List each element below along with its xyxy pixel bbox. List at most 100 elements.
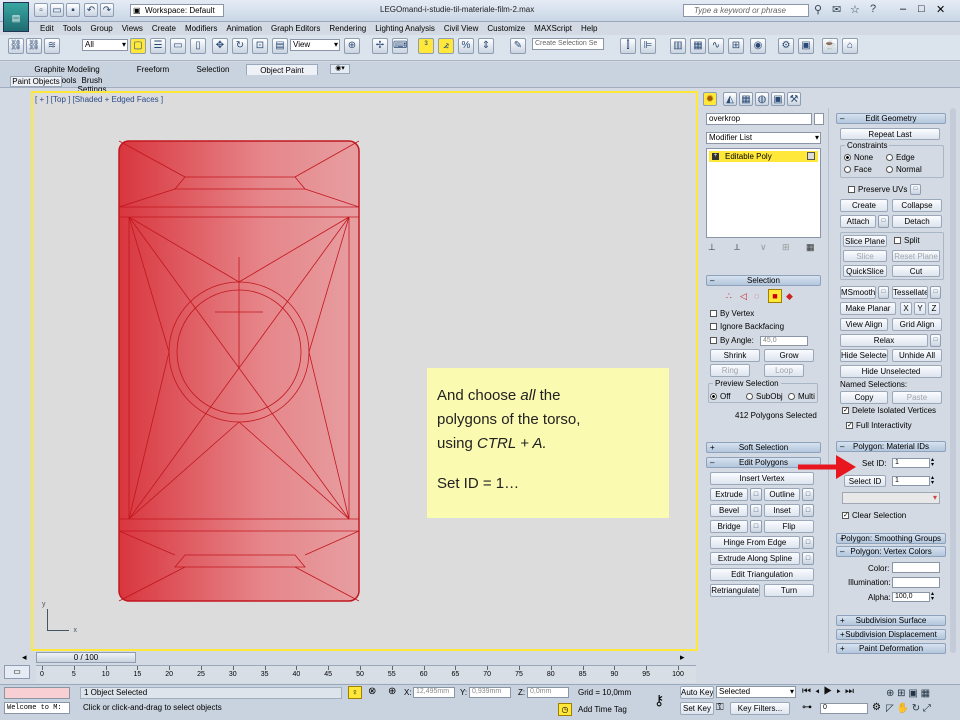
- x-coord-field[interactable]: 12,495mm: [413, 687, 455, 698]
- previous-frame-icon[interactable]: ◂: [815, 686, 824, 697]
- panel-scrollbar[interactable]: [950, 108, 956, 653]
- extrude-along-spline-button[interactable]: Extrude Along Spline: [710, 552, 800, 565]
- maximize-viewport-icon[interactable]: ⤢: [923, 703, 931, 714]
- hide-unselected-button[interactable]: Hide Unselected: [840, 365, 942, 378]
- attach-button[interactable]: Attach: [840, 215, 876, 228]
- outline-settings-icon[interactable]: □: [802, 488, 814, 501]
- select-id-spinner[interactable]: 1: [892, 476, 930, 486]
- stack-toggle-icon[interactable]: [807, 152, 815, 160]
- orbit-icon[interactable]: ↻: [912, 703, 920, 714]
- preserve-uvs-settings-icon[interactable]: □: [910, 184, 921, 195]
- tab-selection[interactable]: Selection: [188, 64, 238, 75]
- zoom-icon[interactable]: ⊕: [886, 688, 894, 699]
- quickslice-button[interactable]: QuickSlice: [843, 265, 887, 277]
- link-icon[interactable]: ⛓: [8, 38, 24, 54]
- selection-filter-dropdown[interactable]: All ▾: [82, 39, 128, 51]
- align-icon[interactable]: ⊫: [640, 38, 656, 54]
- subdivision-displacement-rollout-header[interactable]: + Subdivision Displacement: [836, 629, 946, 640]
- graphite-toggle-icon[interactable]: ▦: [690, 38, 706, 54]
- full-interactivity-checkbox[interactable]: ✓ Full Interactivity: [846, 421, 912, 431]
- subdivision-surface-rollout-header[interactable]: + Subdivision Surface: [836, 615, 946, 626]
- timeline-left-arrow[interactable]: ◂: [22, 652, 27, 663]
- absolute-mode-icon[interactable]: ⊕: [388, 686, 396, 697]
- unhide-all-button[interactable]: Unhide All: [892, 349, 942, 362]
- configure-modifier-sets-icon[interactable]: ▦: [806, 242, 815, 253]
- preview-subobj-radio[interactable]: SubObj: [746, 392, 783, 402]
- paint-deformation-rollout-header[interactable]: + Paint Deformation: [836, 643, 946, 654]
- alpha-spinner-arrows[interactable]: ▴ ▾: [931, 591, 934, 602]
- create-panel-icon[interactable]: ✹: [703, 92, 717, 106]
- window-crossing-icon[interactable]: ▯: [190, 38, 206, 54]
- mirror-icon[interactable]: ⫿: [620, 38, 636, 54]
- select-object-icon[interactable]: ▢: [130, 38, 146, 54]
- hinge-from-edge-button[interactable]: Hinge From Edge: [710, 536, 800, 549]
- mini-curve-editor-icon[interactable]: ▭: [4, 665, 30, 679]
- by-vertex-checkbox[interactable]: By Vertex: [710, 309, 754, 319]
- extrude-button[interactable]: Extrude: [710, 488, 748, 501]
- reference-icon[interactable]: ▤: [272, 38, 288, 54]
- planar-x-button[interactable]: X: [900, 302, 912, 315]
- constraint-edge-radio[interactable]: Edge: [886, 153, 915, 163]
- relax-button[interactable]: Relax: [840, 334, 928, 347]
- rect-selection-icon[interactable]: ▭: [170, 38, 186, 54]
- menu-modifiers[interactable]: Modifiers: [185, 23, 217, 34]
- timeline-track[interactable]: 0 5 10 15 20 25 30 35 40 45 50 55 60 65 70 75 80 85 90 95 10…: [36, 665, 696, 683]
- inset-settings-icon[interactable]: □: [802, 504, 814, 517]
- zoom-extents-icon[interactable]: ▣: [908, 688, 917, 699]
- scale-icon[interactable]: ⊡: [252, 38, 268, 54]
- vertex-colors-rollout-header[interactable]: – Polygon: Vertex Colors: [836, 546, 946, 557]
- favorites-icon[interactable]: ☆: [850, 3, 860, 16]
- field-of-view-icon[interactable]: ◸: [886, 703, 894, 714]
- by-angle-checkbox[interactable]: By Angle:: [710, 336, 754, 346]
- open-file-icon[interactable]: ▭: [50, 3, 64, 17]
- subtab-paint-objects[interactable]: Paint Objects: [10, 76, 62, 87]
- pan-icon[interactable]: ✋: [896, 703, 908, 714]
- snap-toggle-icon[interactable]: ³: [418, 38, 434, 54]
- grow-button[interactable]: Grow: [764, 349, 814, 362]
- hide-selected-button[interactable]: Hide Selected: [840, 349, 888, 362]
- paste-button[interactable]: Paste: [892, 391, 942, 404]
- set-key-button[interactable]: Set Key: [680, 702, 714, 715]
- key-mode-icon[interactable]: ⊶: [802, 702, 812, 713]
- material-editor-icon[interactable]: ◉: [750, 38, 766, 54]
- slice-button[interactable]: Slice: [843, 250, 887, 262]
- retriangulate-button[interactable]: Retriangulate: [710, 584, 760, 597]
- menu-rendering[interactable]: Rendering: [329, 23, 366, 34]
- subtab-brush-settings[interactable]: Brush Settings: [66, 76, 118, 94]
- material-name-dropdown[interactable]: ▾: [842, 492, 940, 504]
- key-filters-button[interactable]: Key Filters...: [730, 702, 790, 715]
- go-to-end-icon[interactable]: ⏭: [845, 686, 858, 697]
- attach-settings-icon[interactable]: □: [878, 215, 889, 228]
- maxscript-mini[interactable]: Welcome to M:: [4, 702, 70, 714]
- relax-settings-icon[interactable]: □: [930, 334, 941, 347]
- manipulate-icon[interactable]: ✢: [372, 38, 388, 54]
- preview-multi-radio[interactable]: Multi: [788, 392, 815, 402]
- zoom-extents-all-icon[interactable]: ▦: [921, 688, 930, 699]
- preview-off-radio[interactable]: Off: [710, 392, 731, 402]
- layer-manager-icon[interactable]: ▥: [670, 38, 686, 54]
- turn-button[interactable]: Turn: [764, 584, 814, 597]
- curve-editor-icon[interactable]: ∿: [708, 38, 724, 54]
- utilities-panel-icon[interactable]: ⚒: [787, 92, 801, 106]
- remove-modifier-icon[interactable]: ⊞: [782, 242, 790, 253]
- menu-views[interactable]: Views: [122, 23, 143, 34]
- view-align-button[interactable]: View Align: [840, 318, 888, 331]
- next-frame-icon[interactable]: ▸: [836, 686, 845, 697]
- planar-y-button[interactable]: Y: [914, 302, 926, 315]
- constraint-none-radio[interactable]: None: [844, 153, 873, 163]
- select-id-spinner-arrows[interactable]: ▴ ▾: [931, 475, 934, 486]
- undo-icon[interactable]: ↶: [84, 3, 98, 17]
- rotate-icon[interactable]: ↻: [232, 38, 248, 54]
- unlink-icon[interactable]: ⛓: [26, 38, 42, 54]
- inset-button[interactable]: Inset: [764, 504, 800, 517]
- play-icon[interactable]: ▶: [824, 686, 837, 697]
- copy-button[interactable]: Copy: [840, 391, 888, 404]
- vertex-mode-icon[interactable]: ∴: [726, 290, 732, 302]
- bevel-settings-icon[interactable]: □: [750, 504, 762, 517]
- menu-graph-editors[interactable]: Graph Editors: [271, 23, 320, 34]
- msmooth-settings-icon[interactable]: □: [878, 286, 889, 299]
- ribbon-options-icon[interactable]: ◉▾: [330, 64, 350, 74]
- illumination-swatch[interactable]: [892, 577, 940, 588]
- object-name-field[interactable]: overkrop: [706, 113, 812, 125]
- extrude-spline-settings-icon[interactable]: □: [802, 552, 814, 565]
